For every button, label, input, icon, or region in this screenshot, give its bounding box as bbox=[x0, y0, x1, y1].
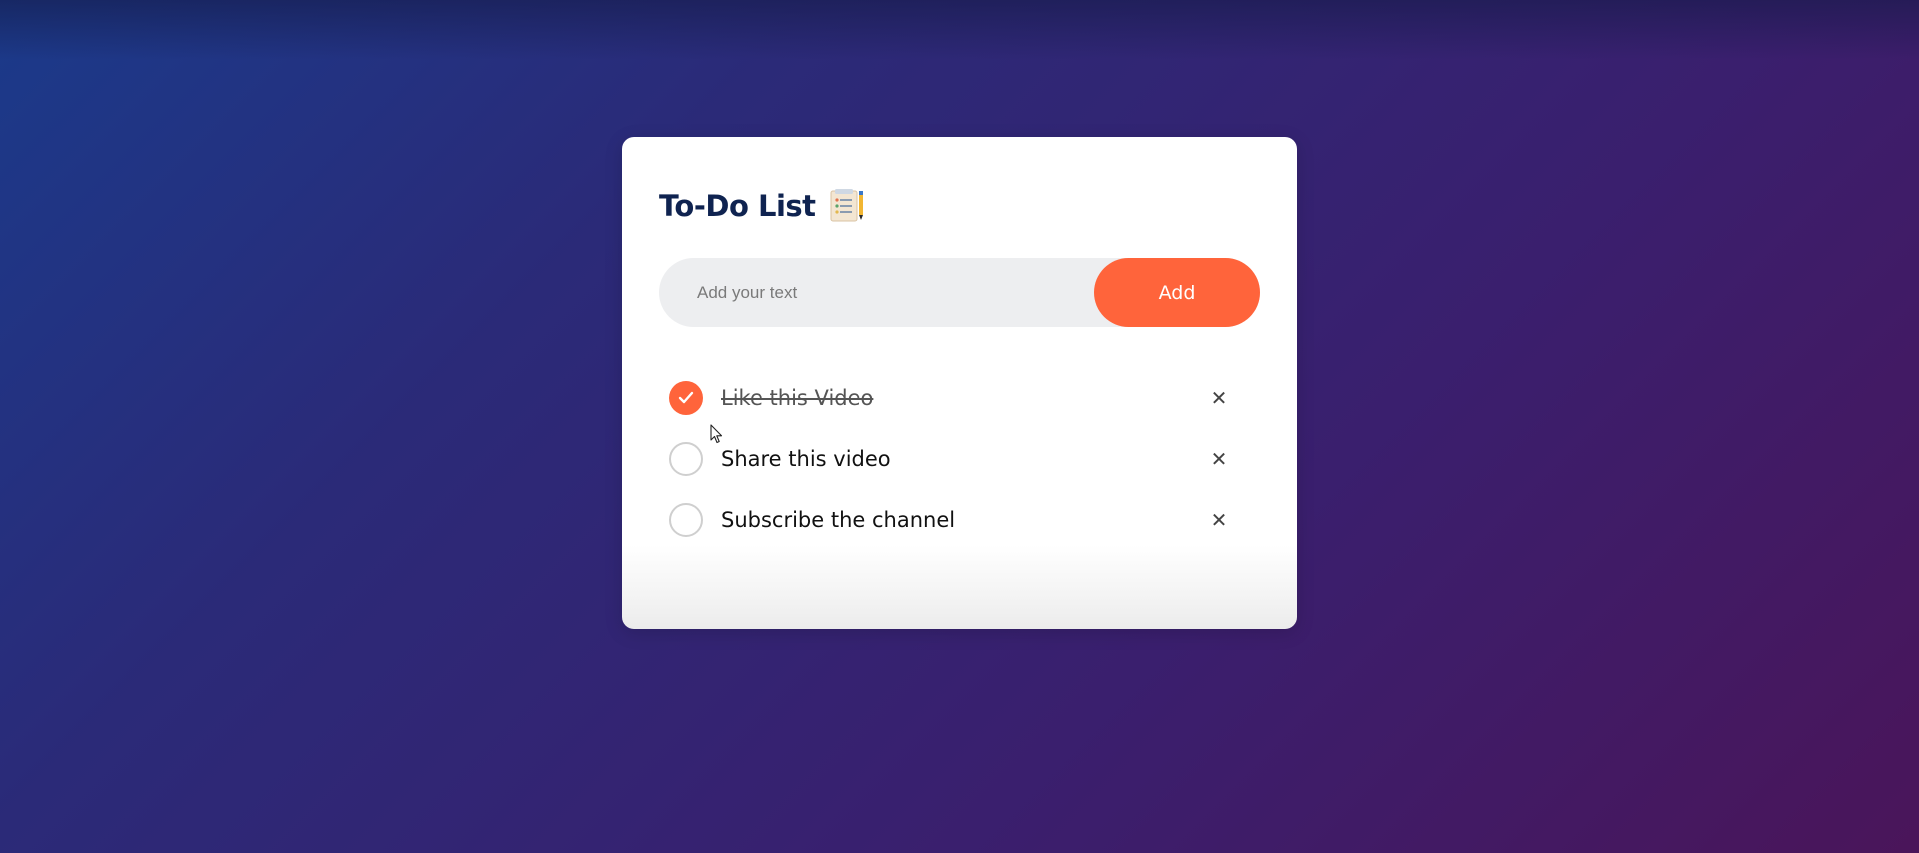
list-item[interactable]: Subscribe the channel ✕ bbox=[669, 489, 1229, 550]
close-icon[interactable]: ✕ bbox=[1209, 449, 1229, 469]
close-icon[interactable]: ✕ bbox=[1209, 388, 1229, 408]
page-title: To-Do List bbox=[659, 187, 866, 225]
task-input[interactable] bbox=[659, 258, 1079, 327]
page-title-text: To-Do List bbox=[659, 189, 816, 223]
todo-list: Like this Video ✕ Share this video ✕ Sub… bbox=[669, 367, 1229, 550]
unchecked-checkbox-icon[interactable] bbox=[669, 441, 703, 476]
todo-label: Subscribe the channel bbox=[721, 507, 956, 532]
background-shade bbox=[0, 0, 1919, 60]
checklist-icon bbox=[828, 187, 866, 225]
list-item[interactable]: Like this Video ✕ bbox=[669, 367, 1229, 428]
todo-label: Share this video bbox=[721, 446, 891, 471]
checked-checkbox-icon[interactable] bbox=[669, 380, 703, 415]
close-icon[interactable]: ✕ bbox=[1209, 510, 1229, 530]
todo-card: To-Do List Add your text Add Like this V… bbox=[622, 137, 1297, 629]
add-task-row: Add bbox=[659, 258, 1260, 444]
unchecked-checkbox-icon[interactable] bbox=[669, 502, 703, 537]
add-button[interactable]: Add bbox=[1094, 258, 1260, 327]
list-item[interactable]: Share this video ✕ bbox=[669, 428, 1229, 489]
todo-label: Like this Video bbox=[721, 385, 874, 410]
